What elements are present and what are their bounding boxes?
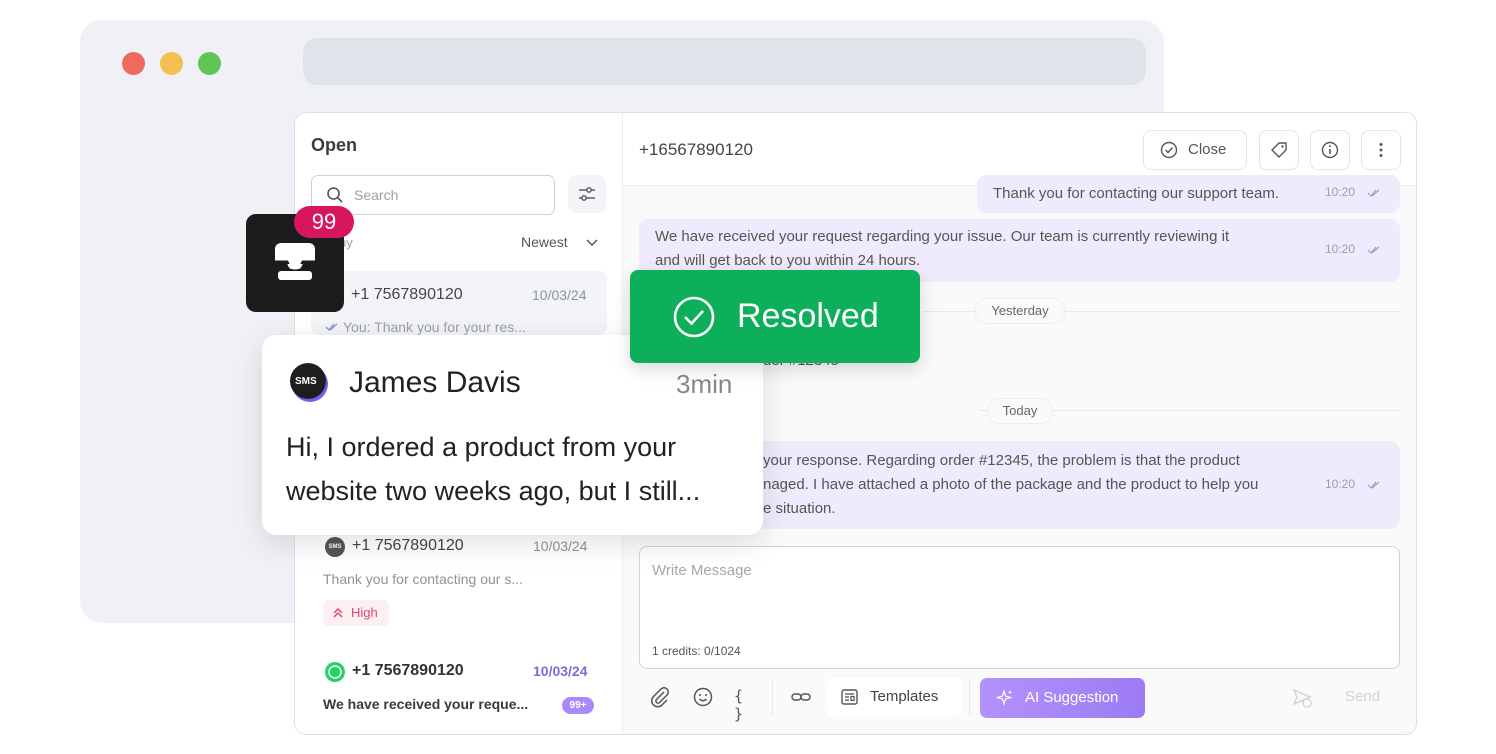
message-bubble: Thank you for contacting our support tea…: [977, 175, 1400, 213]
conversation-preview: You: Thank you for your res...: [343, 319, 526, 335]
date-separator: Today: [987, 398, 1053, 424]
sms-avatar: SMS: [325, 537, 345, 557]
conversation-name[interactable]: +1 7567890120: [352, 537, 464, 555]
close-conversation-button[interactable]: Close: [1143, 130, 1247, 170]
sms-avatar-label: SMS: [295, 376, 317, 387]
sort-dropdown[interactable]: Newest: [521, 234, 568, 250]
message-time: 10:20: [1325, 242, 1356, 256]
templates-button[interactable]: Templates: [827, 678, 963, 716]
whatsapp-icon: [325, 662, 345, 682]
conversation-item[interactable]: +1 7567890120 10/03/24 You: Thank you fo…: [311, 271, 607, 335]
conversation-date: 10/03/24: [533, 663, 588, 679]
conversation-preview: We have received your reque...: [323, 696, 529, 712]
date-separator: Yesterday: [975, 298, 1065, 324]
double-check-icon: [325, 323, 338, 331]
message-text-line: your response. Regarding order #12345, t…: [763, 452, 1240, 469]
double-check-icon: [1367, 189, 1380, 197]
more-vertical-icon: [1379, 143, 1383, 157]
chevron-down-icon[interactable]: [585, 236, 599, 250]
variables-braces-icon[interactable]: { }: [734, 687, 758, 723]
attachment-icon[interactable]: [648, 685, 672, 709]
ai-suggestion-button[interactable]: AI Suggestion: [980, 678, 1145, 718]
notification-count-badge: 99: [294, 206, 354, 238]
message-composer[interactable]: Write Message 1 credits: 0/1024: [639, 546, 1400, 669]
unread-count-badge: 99+: [562, 697, 594, 714]
contact-phone: +16567890120: [639, 140, 753, 159]
emoji-icon[interactable]: [691, 685, 715, 709]
template-icon: [841, 689, 858, 705]
conversation-name: +1 7567890120: [351, 286, 463, 303]
tag-button[interactable]: [1259, 130, 1299, 170]
more-options-button[interactable]: [1361, 130, 1401, 170]
message-time: 10:20: [1325, 185, 1356, 199]
sms-avatar: SMS: [289, 362, 329, 402]
priority-up-icon: [333, 608, 343, 618]
window-minimize-dot[interactable]: [160, 52, 183, 75]
filter-sliders-icon: [579, 187, 595, 201]
conversation-date: 10/03/24: [532, 287, 587, 303]
sender-name: James Davis: [349, 366, 521, 399]
priority-badge: High: [323, 600, 389, 626]
sparkle-icon: [996, 689, 1013, 707]
inbox-tray-icon: [275, 243, 315, 283]
templates-label: Templates: [870, 688, 939, 705]
credits-counter: 1 credits: 0/1024: [652, 644, 741, 658]
composer-placeholder: Write Message: [652, 562, 752, 579]
resolved-toast: Resolved: [630, 270, 920, 363]
priority-label: High: [351, 605, 378, 620]
search-placeholder: Search: [354, 187, 399, 203]
info-icon: [1321, 141, 1339, 159]
address-bar[interactable]: [303, 38, 1146, 85]
notification-body: Hi, I ordered a product from your websit…: [286, 432, 701, 506]
send-button[interactable]: Send: [1345, 688, 1380, 705]
incoming-message-notification[interactable]: SMS James Davis 3min Hi, I ordered a pro…: [262, 335, 763, 535]
double-check-icon: [1367, 481, 1380, 489]
double-check-icon: [1367, 246, 1380, 254]
message-text-line: We have received your request regarding …: [655, 228, 1230, 245]
message-time: 10:20: [1325, 477, 1356, 491]
filter-button[interactable]: [568, 175, 606, 213]
check-circle-icon: [673, 296, 715, 338]
toolbar-divider: [969, 679, 970, 715]
send-schedule-icon[interactable]: [1291, 687, 1313, 709]
toolbar-divider: [772, 679, 773, 715]
notification-time: 3min: [676, 369, 733, 399]
window-maximize-dot[interactable]: [198, 52, 221, 75]
conversation-preview: Thank you for contacting our s...: [323, 571, 523, 587]
conversation-date: 10/03/24: [533, 538, 588, 554]
ai-suggestion-label: AI Suggestion: [1025, 689, 1119, 706]
list-title: Open: [311, 135, 358, 155]
close-label: Close: [1188, 141, 1227, 158]
message-text-line: naged. I have attached a photo of the pa…: [763, 476, 1259, 493]
search-icon: [327, 187, 343, 203]
message-text: Thank you for contacting our support tea…: [993, 185, 1279, 202]
info-button[interactable]: [1310, 130, 1350, 170]
message-text-line: e situation.: [763, 500, 836, 517]
link-icon[interactable]: [789, 685, 813, 709]
tag-icon: [1271, 142, 1287, 158]
conversation-name[interactable]: +1 7567890120: [352, 662, 464, 680]
check-circle-icon: [1160, 141, 1178, 159]
window-close-dot[interactable]: [122, 52, 145, 75]
resolved-label: Resolved: [737, 297, 879, 335]
